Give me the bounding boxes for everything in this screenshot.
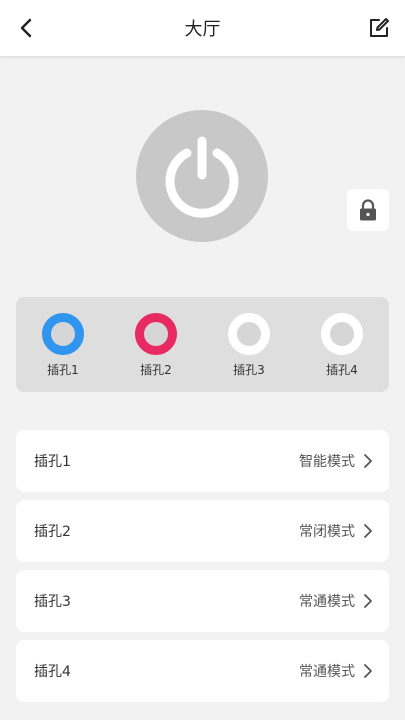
socket-2[interactable]: 插孔2	[126, 313, 186, 383]
chevron-right-icon	[363, 663, 375, 679]
socket-strip: 插孔1 插孔2 插孔3 插孔4	[16, 297, 389, 392]
socket-1[interactable]: 插孔1	[33, 313, 93, 383]
socket-name: 插孔2	[34, 524, 71, 540]
socket-mode: 智能模式	[299, 454, 355, 470]
socket-ring-icon	[42, 313, 84, 355]
socket-label: 插孔4	[326, 363, 358, 377]
socket-name: 插孔3	[34, 594, 71, 610]
socket-list-item-3[interactable]: 插孔3 常通模式	[16, 570, 389, 632]
page-title: 大厅	[184, 19, 221, 40]
socket-mode: 常通模式	[299, 664, 355, 680]
socket-label: 插孔2	[140, 363, 172, 377]
chevron-right-icon	[363, 453, 375, 469]
socket-mode: 常闭模式	[299, 524, 355, 540]
socket-list-item-1[interactable]: 插孔1 智能模式	[16, 430, 389, 492]
chevron-right-icon	[363, 593, 375, 609]
app-screen: 大厅 插孔1 插孔2 插孔3 插孔4 插孔1 智能模式 插孔2 常闭模式 插孔3…	[0, 0, 405, 720]
socket-label: 插孔3	[233, 363, 265, 377]
socket-ring-icon	[135, 313, 177, 355]
lock-button[interactable]	[347, 189, 389, 231]
socket-3[interactable]: 插孔3	[219, 313, 279, 383]
chevron-right-icon	[363, 523, 375, 539]
socket-mode: 常通模式	[299, 594, 355, 610]
back-button[interactable]	[12, 14, 40, 42]
socket-name: 插孔4	[34, 664, 71, 680]
power-icon	[165, 136, 239, 218]
socket-label: 插孔1	[47, 363, 79, 377]
power-button[interactable]	[136, 110, 268, 242]
edit-button[interactable]	[365, 14, 393, 42]
top-bar: 大厅	[0, 0, 405, 56]
socket-ring-icon	[321, 313, 363, 355]
socket-ring-icon	[228, 313, 270, 355]
socket-4[interactable]: 插孔4	[312, 313, 372, 383]
socket-name: 插孔1	[34, 454, 71, 470]
lock-icon	[360, 199, 376, 221]
socket-list-item-4[interactable]: 插孔4 常通模式	[16, 640, 389, 702]
edit-icon	[370, 18, 389, 37]
socket-list-item-2[interactable]: 插孔2 常闭模式	[16, 500, 389, 562]
chevron-left-icon	[20, 18, 32, 38]
